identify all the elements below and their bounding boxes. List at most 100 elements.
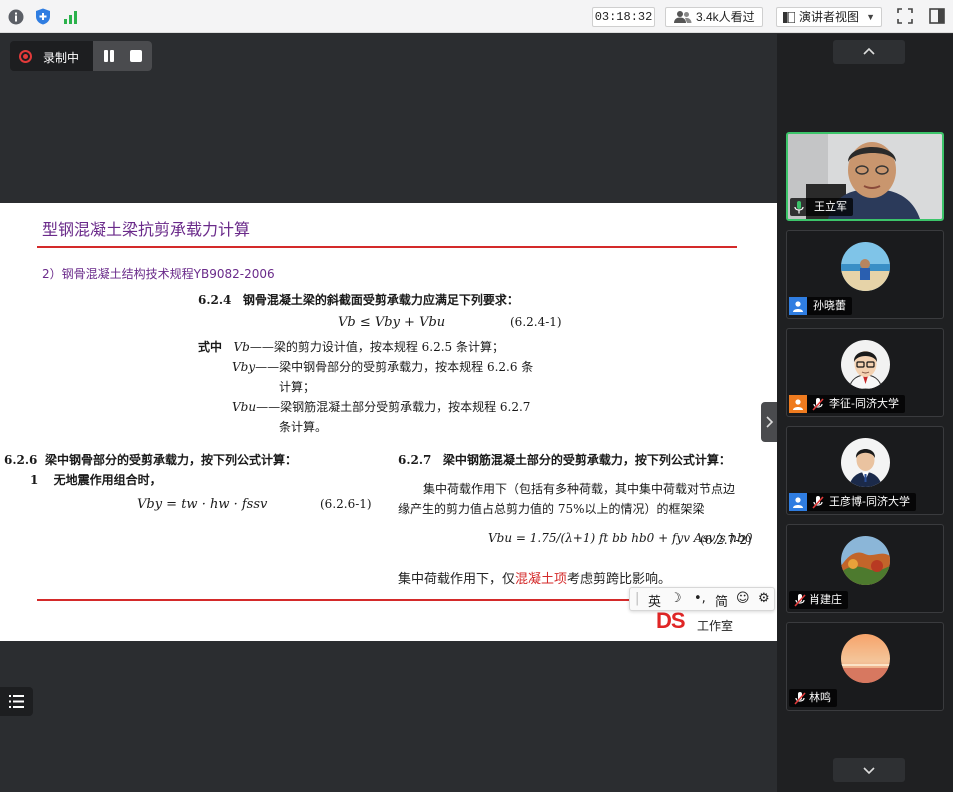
item-1: 1 无地震作用组合时，: [30, 471, 162, 488]
participant-name-tag: 林鸣: [789, 689, 837, 707]
presenter-view-label: 演讲者视图: [799, 10, 860, 24]
symbol: Vbu: [232, 400, 257, 414]
list-menu-button[interactable]: [0, 687, 33, 716]
recording-label: 录制中: [43, 51, 80, 65]
mic-off-icon: [794, 594, 806, 607]
list-icon: [9, 695, 24, 708]
record-icon: [19, 50, 32, 63]
fullscreen-icon[interactable]: [896, 7, 916, 27]
item-text: 无地震作用组合时，: [53, 473, 162, 487]
where-label: 式中: [198, 340, 223, 354]
slide-title: 型钢混凝土梁抗剪承载力计算: [42, 220, 251, 239]
presenter-view-icon: [783, 12, 795, 23]
chevron-right-icon: [766, 416, 774, 428]
user-icon: [789, 493, 807, 511]
participant-name: 李征-同济大学: [829, 397, 899, 410]
equation-number: (6.2.4-1): [510, 315, 562, 329]
collapse-sidebar-button[interactable]: [761, 402, 777, 442]
title-divider: [37, 246, 737, 248]
participant-sidebar: 王立军 孙晓蕾 李征-同济大学 王彦博-同济大学 肖建庄 林鸣: [777, 34, 953, 792]
ds-logo: DS: [656, 608, 686, 633]
viewers-count[interactable]: 3.4k人看过: [665, 7, 763, 27]
chevron-up-icon: [863, 47, 875, 55]
avatar: [841, 438, 890, 487]
avatar: [841, 536, 890, 585]
symbol: Vb: [233, 340, 250, 354]
note-text: 考虑剪跨比影响。: [567, 572, 672, 587]
emoji-icon[interactable]: ☺: [736, 591, 750, 606]
definition-text: ——梁中钢骨部分的受剪承载力，按本规程 6.2.6 条: [255, 360, 534, 374]
equation-number: (6.2.6-1): [320, 497, 372, 511]
participant-name-tag: 王立军: [790, 198, 853, 216]
pause-button[interactable]: [103, 50, 115, 62]
participant-tile[interactable]: 林鸣: [786, 622, 944, 711]
definition-3: Vbu——梁钢筋混凝土部分受剪承载力，按本规程 6.2.7: [232, 398, 530, 415]
participant-name-tag: 孙晓蕾: [789, 297, 852, 315]
definition-text: ——梁的剪力设计值，按本规程 6.2.5 条计算；: [249, 340, 504, 354]
top-toolbar: 03:18:32 3.4k人看过 演讲者视图 ▼: [0, 0, 953, 33]
definition-2-cont: 计算；: [279, 380, 316, 394]
scroll-down-button[interactable]: [833, 758, 905, 782]
mic-on-icon: [790, 198, 808, 216]
participant-name-tag: 肖建庄: [789, 591, 848, 609]
participant-name: 王彦博-同济大学: [829, 495, 910, 508]
note-highlight: 混凝土项: [515, 572, 568, 587]
bottom-divider: [37, 599, 630, 601]
sidebar-toggle-icon[interactable]: [928, 7, 948, 27]
clause-number: 6.2.7: [398, 453, 432, 467]
clause-text: 梁中钢骨部分的受剪承载力，按下列公式计算：: [45, 453, 298, 467]
meeting-timer: 03:18:32: [592, 7, 655, 27]
avatar: [841, 340, 890, 389]
participant-name: 孙晓蕾: [813, 299, 846, 312]
ime-drag-handle[interactable]: |: [635, 591, 639, 606]
participant-tile[interactable]: 王彦博-同济大学: [786, 426, 944, 515]
avatar: [841, 242, 890, 291]
participant-tile[interactable]: 孙晓蕾: [786, 230, 944, 319]
ime-script-toggle[interactable]: 简: [715, 591, 728, 610]
participant-name: 肖建庄: [809, 593, 842, 606]
clause-627-body-cont: 缘产生的剪力值占总剪力值的 75%以上的情况）的框架梁: [398, 502, 705, 516]
mic-off-icon: [812, 398, 824, 411]
avatar: [841, 634, 890, 683]
ime-punctuation-toggle[interactable]: •,: [694, 591, 706, 606]
chevron-down-icon: ▼: [866, 12, 875, 22]
participant-tile[interactable]: 李征-同济大学: [786, 328, 944, 417]
presentation-slide: 型钢混凝土梁抗剪承载力计算 2）钢骨混凝土结构技术规程YB9082-2006 6…: [0, 203, 777, 641]
equation-624: Vb ≤ Vby + Vbu: [338, 315, 446, 330]
symbol: Vby: [232, 360, 256, 374]
mic-off-icon: [812, 496, 824, 509]
participant-name: 王立军: [814, 200, 847, 213]
gear-icon[interactable]: ⚙: [758, 591, 770, 606]
clause-627-body: 集中荷载作用下（包括有多种荷载，其中集中荷载对节点边: [423, 482, 736, 496]
ime-language-toggle[interactable]: 英: [648, 591, 661, 610]
clause-626: 6.2.6 梁中钢骨部分的受剪承载力，按下列公式计算：: [4, 451, 297, 468]
definition-1: 式中 Vb——梁的剪力设计值，按本规程 6.2.5 条计算；: [198, 338, 504, 355]
signal-strength-icon[interactable]: [62, 8, 79, 25]
ime-toolbar[interactable]: | 英 ☽ •, 简 ☺ ⚙: [629, 587, 775, 611]
item-number: 1: [30, 473, 39, 487]
info-icon[interactable]: [7, 8, 24, 25]
shield-icon[interactable]: [34, 8, 51, 25]
user-icon: [789, 395, 807, 413]
recording-indicator: 录制中: [10, 41, 152, 71]
slide-subtitle: 2）钢骨混凝土结构技术规程YB9082-2006: [42, 267, 275, 281]
definition-text: ——梁钢筋混凝土部分受剪承载力，按本规程 6.2.7: [256, 400, 531, 414]
scroll-up-button[interactable]: [833, 40, 905, 64]
clause-number: 6.2.6: [4, 453, 38, 467]
recording-controls: [93, 41, 152, 71]
user-icon: [789, 297, 807, 315]
stop-button[interactable]: [130, 50, 142, 62]
clause-627: 6.2.7 梁中钢筋混凝土部分的受剪承载力，按下列公式计算：: [398, 451, 731, 468]
participant-tile[interactable]: 王立军: [786, 132, 944, 221]
participant-tile[interactable]: 肖建庄: [786, 524, 944, 613]
viewers-label: 3.4k人看过: [696, 10, 755, 24]
clause-text: 梁中钢筋混凝土部分的受剪承载力，按下列公式计算：: [442, 453, 731, 467]
definition-2: Vby——梁中钢骨部分的受剪承载力，按本规程 6.2.6 条: [232, 358, 533, 375]
definition-3-cont: 条计算。: [279, 420, 328, 434]
clause-number: 6.2.4: [198, 293, 232, 307]
presenter-view-dropdown[interactable]: 演讲者视图 ▼: [776, 7, 882, 27]
participant-name-tag: 王彦博-同济大学: [789, 493, 916, 511]
moon-icon[interactable]: ☽: [670, 591, 682, 606]
studio-label: 工作室: [697, 619, 734, 633]
note-text: 集中荷载作用下，仅: [398, 572, 516, 587]
